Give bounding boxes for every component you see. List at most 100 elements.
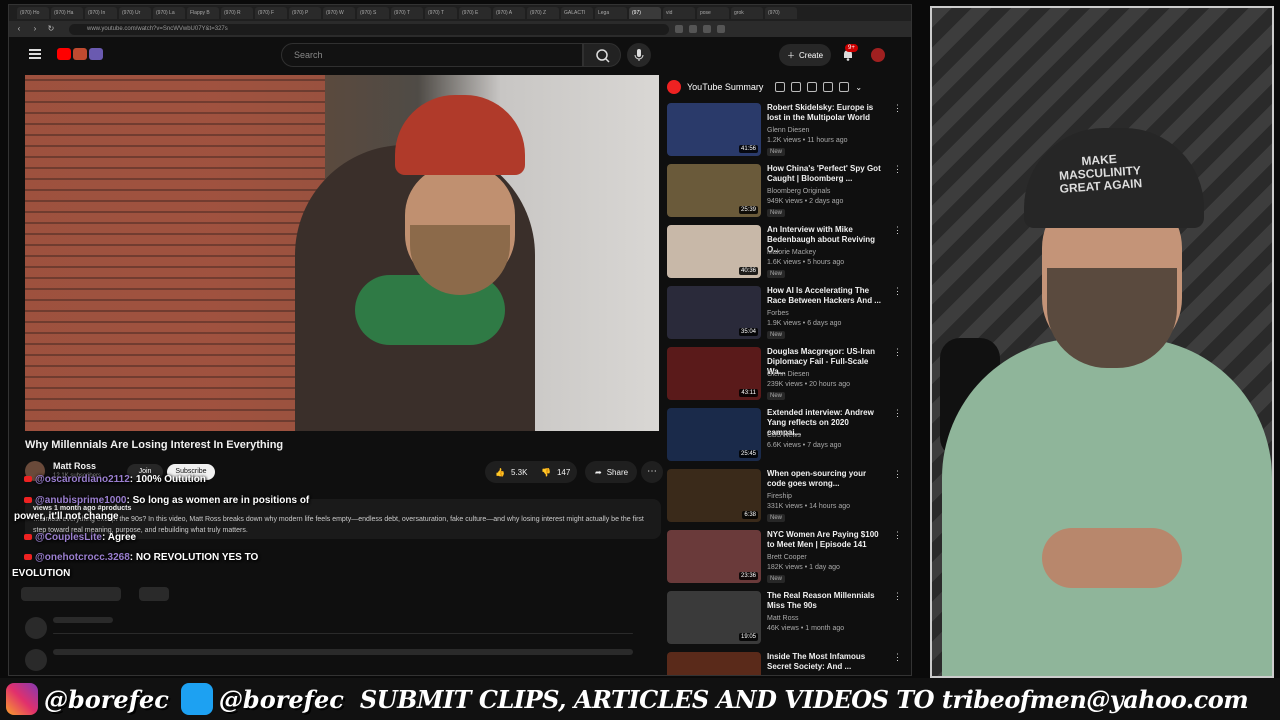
recommendation-item[interactable]: 40:36 An Interview with Mike Bedenbaugh a…: [667, 225, 907, 286]
share-button[interactable]: ➦ Share: [585, 461, 637, 483]
recommendation-title[interactable]: How AI Is Accelerating The Race Between …: [767, 286, 885, 306]
browser-tab[interactable]: (970) R: [221, 7, 253, 19]
recommendation-channel[interactable]: CBS News: [767, 432, 801, 439]
more-options-icon[interactable]: ⋮: [893, 530, 902, 541]
more-options-icon[interactable]: ⋮: [893, 591, 902, 602]
more-options-icon[interactable]: ⋮: [893, 469, 902, 480]
gear-icon[interactable]: [839, 82, 850, 92]
video-frame-brick-wall: [25, 75, 325, 431]
recommendation-item[interactable]: 35:04 How AI Is Accelerating The Race Bet…: [667, 286, 907, 347]
browser-tab[interactable]: (970) W: [323, 7, 355, 19]
browser-tab[interactable]: (970) F: [255, 7, 287, 19]
recommendation-title[interactable]: NYC Women Are Paying $100 to Meet Men | …: [767, 530, 885, 550]
create-button[interactable]: ＋ Create: [779, 44, 831, 66]
browser-tab[interactable]: pose: [697, 7, 729, 19]
search-button[interactable]: [583, 43, 621, 67]
recommendation-channel[interactable]: Glenn Diesen: [767, 371, 809, 378]
waveform-icon[interactable]: [823, 82, 834, 92]
settings-icon[interactable]: [791, 82, 802, 92]
video-thumbnail[interactable]: 19:05: [667, 591, 761, 644]
recommendation-channel[interactable]: Malorie Mackey: [767, 249, 816, 256]
recommendation-title[interactable]: How China's 'Perfect' Spy Got Caught | B…: [767, 164, 885, 184]
account-avatar[interactable]: [871, 48, 885, 62]
recommendation-item[interactable]: 25:39 How China's 'Perfect' Spy Got Caugh…: [667, 164, 907, 225]
forward-icon[interactable]: ›: [29, 23, 41, 35]
recommendation-title[interactable]: Robert Skidelsky: Europe is lost in the …: [767, 103, 885, 123]
more-options-icon[interactable]: ⋮: [893, 347, 902, 358]
more-options-icon[interactable]: ⋮: [893, 164, 902, 175]
browser-tab[interactable]: (970) La: [153, 7, 185, 19]
video-thumbnail[interactable]: 23:36: [667, 530, 761, 583]
recommendation-title[interactable]: When open-sourcing your code goes wrong.…: [767, 469, 885, 489]
video-thumbnail[interactable]: [667, 652, 761, 675]
recommendation-channel[interactable]: Forbes: [767, 310, 789, 317]
recommendation-channel[interactable]: Bloomberg Originals: [767, 188, 830, 195]
browser-tab[interactable]: (970) T: [425, 7, 457, 19]
more-actions-button[interactable]: ⋯: [641, 461, 663, 483]
profile-icon[interactable]: [717, 25, 725, 33]
recommendation-channel[interactable]: Brett Cooper: [767, 554, 807, 561]
like-button[interactable]: 👍 5.3K: [485, 468, 531, 477]
recommendation-title[interactable]: Inside The Most Infamous Secret Society:…: [767, 652, 885, 672]
more-options-icon[interactable]: ⋮: [893, 652, 902, 663]
loading-placeholder: [21, 587, 121, 601]
video-thumbnail[interactable]: 25:39: [667, 164, 761, 217]
browser-tab[interactable]: (970) Ha: [51, 7, 83, 19]
browser-tab[interactable]: (97): [629, 7, 661, 19]
more-options-icon[interactable]: ⋮: [893, 286, 902, 297]
ai-icon[interactable]: [807, 82, 818, 92]
browser-tab[interactable]: GALACTI: [561, 7, 593, 19]
recommendation-item[interactable]: 19:05 The Real Reason Millennials Miss Th…: [667, 591, 907, 652]
copy-icon[interactable]: [775, 82, 786, 92]
recommendation-item[interactable]: Inside The Most Infamous Secret Society:…: [667, 652, 907, 675]
browser-tab[interactable]: grok: [731, 7, 763, 19]
browser-tab[interactable]: Flappy B: [187, 7, 219, 19]
browser-tab[interactable]: (970) Z: [527, 7, 559, 19]
recommendation-item[interactable]: 43:11 Douglas Macgregor: US-Iran Diplomac…: [667, 347, 907, 408]
recommendation-channel[interactable]: Glenn Diesen: [767, 127, 809, 134]
browser-tab[interactable]: Lega: [595, 7, 627, 19]
chevron-down-icon[interactable]: ⌄: [855, 83, 862, 92]
video-thumbnail[interactable]: 25:45: [667, 408, 761, 461]
more-options-icon[interactable]: ⋮: [893, 225, 902, 236]
browser-tab[interactable]: (970) A: [493, 7, 525, 19]
browser-tab[interactable]: (970) S: [357, 7, 389, 19]
recommendation-item[interactable]: 23:36 NYC Women Are Paying $100 to Meet M…: [667, 530, 907, 591]
back-icon[interactable]: ‹: [13, 23, 25, 35]
recommendation-item[interactable]: 41:56 Robert Skidelsky: Europe is lost in…: [667, 103, 907, 164]
logo-decoration-icon: [89, 48, 103, 60]
extension-icon[interactable]: [689, 25, 697, 33]
hamburger-menu-icon[interactable]: [29, 49, 41, 59]
browser-tab[interactable]: (970): [765, 7, 797, 19]
recommendation-item[interactable]: 25:45 Extended interview: Andrew Yang ref…: [667, 408, 907, 469]
video-thumbnail[interactable]: 35:04: [667, 286, 761, 339]
video-thumbnail[interactable]: 43:11: [667, 347, 761, 400]
recommendation-item[interactable]: 6:38 When open-sourcing your code goes wr…: [667, 469, 907, 530]
extension-icon[interactable]: [703, 25, 711, 33]
browser-tab[interactable]: (970) In: [85, 7, 117, 19]
more-options-icon[interactable]: ⋮: [893, 103, 902, 114]
browser-tab[interactable]: (970) T: [391, 7, 423, 19]
recommendation-title[interactable]: The Real Reason Millennials Miss The 90s: [767, 591, 885, 611]
search-input[interactable]: Search: [281, 43, 583, 67]
video-thumbnail[interactable]: 6:38: [667, 469, 761, 522]
more-options-icon[interactable]: ⋮: [893, 408, 902, 419]
browser-tab[interactable]: (970) Ur: [119, 7, 151, 19]
recommendation-channel[interactable]: Matt Ross: [767, 615, 799, 622]
voice-search-button[interactable]: [627, 43, 651, 67]
browser-tab[interactable]: (970) E: [459, 7, 491, 19]
reload-icon[interactable]: ↻: [45, 23, 57, 35]
youtube-logo[interactable]: [57, 46, 111, 62]
new-badge: New: [767, 148, 786, 156]
browser-tab[interactable]: vid: [663, 7, 695, 19]
browser-tab[interactable]: (970) P: [289, 7, 321, 19]
url-field[interactable]: www.youtube.com/watch?v=SncWVwbU07Y&t=32…: [69, 23, 669, 35]
extension-icon[interactable]: [675, 25, 683, 33]
channel-name[interactable]: Matt Ross: [53, 461, 96, 471]
dislike-button[interactable]: 👎 147: [531, 468, 577, 477]
video-thumbnail[interactable]: 41:56: [667, 103, 761, 156]
browser-tab[interactable]: (970) Ho: [17, 7, 49, 19]
video-player[interactable]: [25, 75, 659, 431]
video-thumbnail[interactable]: 40:36: [667, 225, 761, 278]
recommendation-channel[interactable]: Fireship: [767, 493, 792, 500]
